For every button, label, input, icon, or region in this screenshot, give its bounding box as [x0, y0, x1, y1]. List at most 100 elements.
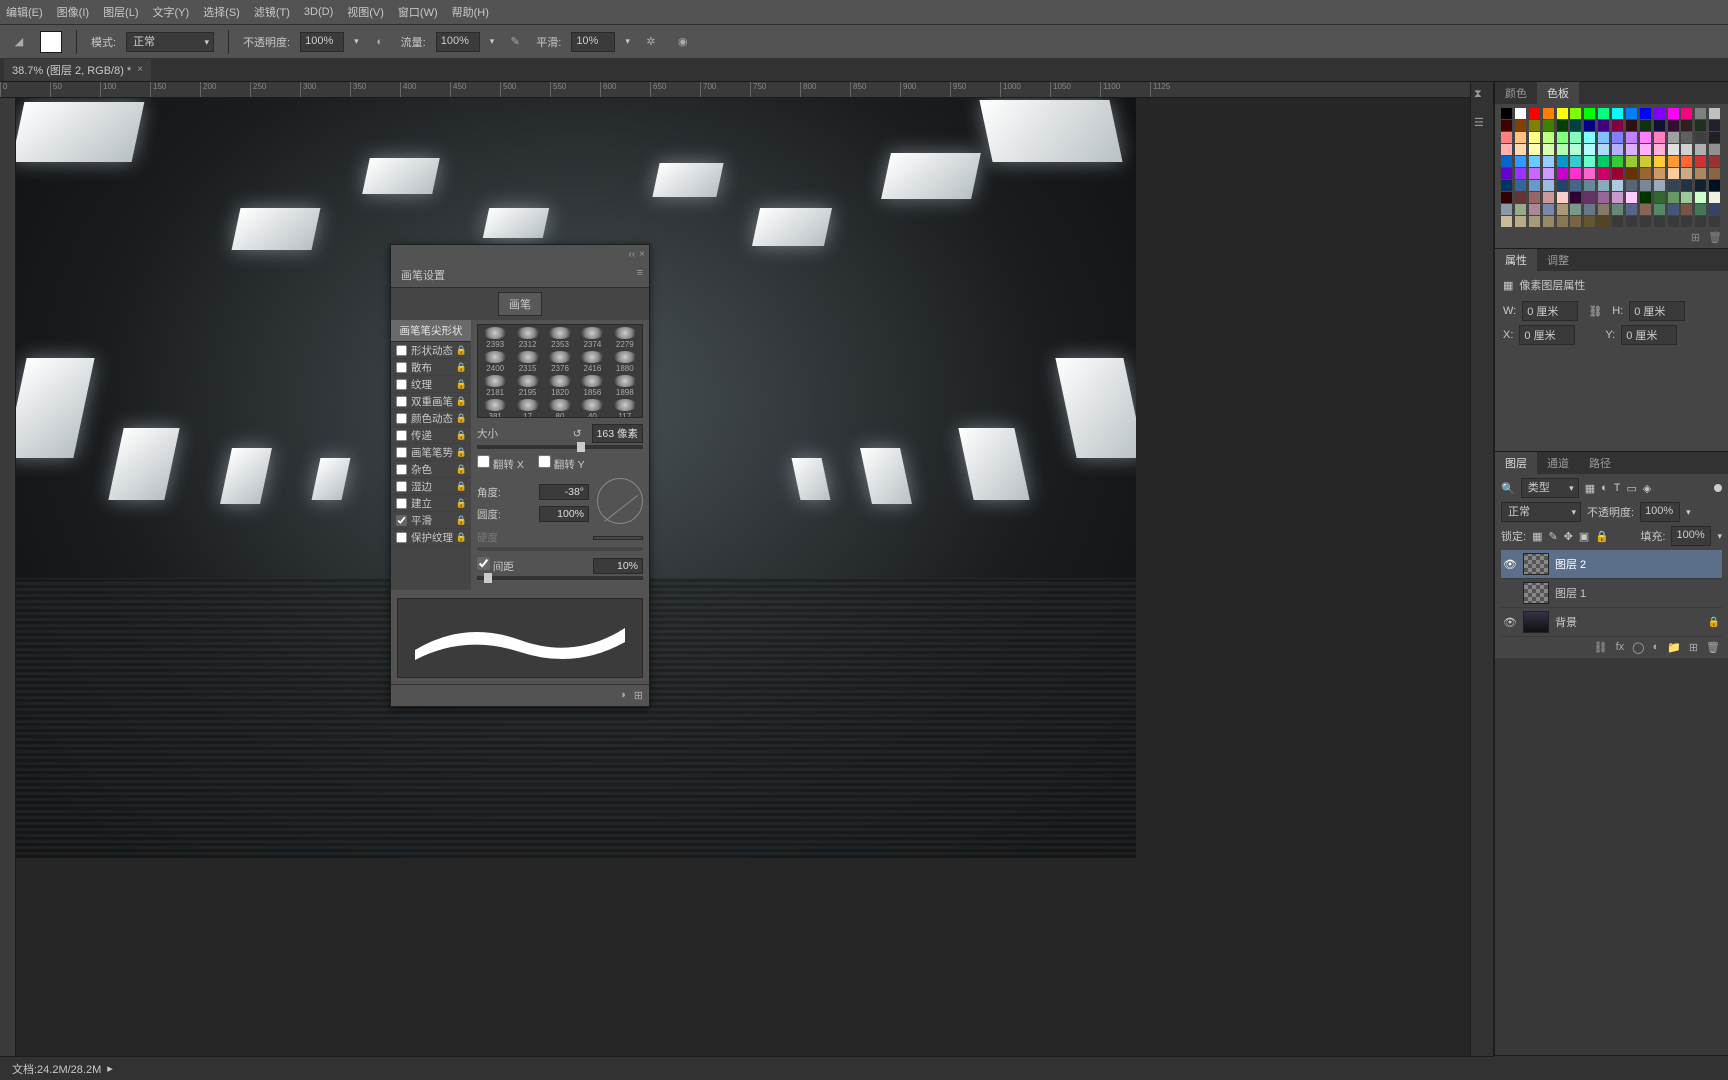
color-swatch[interactable]: [1709, 132, 1720, 143]
spacing-slider[interactable]: [477, 576, 643, 580]
brush-preset-thumb[interactable]: 1856: [577, 375, 607, 397]
color-swatch[interactable]: [1543, 204, 1554, 215]
color-swatch[interactable]: [1654, 216, 1665, 227]
menu-item[interactable]: 滤镜(T): [254, 4, 290, 20]
brush-option-row[interactable]: 保护纹理🔒: [391, 529, 471, 546]
color-swatch[interactable]: [1668, 192, 1679, 203]
adjustment-icon[interactable]: ◐: [1652, 641, 1659, 654]
brush-preset-thumb[interactable]: 2312: [512, 327, 542, 349]
color-swatch[interactable]: [1654, 144, 1665, 155]
flow-input[interactable]: 100%: [436, 32, 480, 52]
layer-name[interactable]: 图层 1: [1555, 585, 1586, 601]
color-swatch[interactable]: [1695, 204, 1706, 215]
color-swatch[interactable]: [1598, 144, 1609, 155]
angle-control[interactable]: [597, 478, 643, 524]
color-swatch[interactable]: [1640, 132, 1651, 143]
color-swatch[interactable]: [1640, 180, 1651, 191]
color-swatch[interactable]: [1529, 204, 1540, 215]
color-swatch[interactable]: [1557, 120, 1568, 131]
color-swatch[interactable]: [1709, 168, 1720, 179]
history-icon[interactable]: ⧗: [1474, 88, 1490, 104]
color-swatch[interactable]: [1598, 168, 1609, 179]
brush-preset-thumb[interactable]: 2374: [577, 327, 607, 349]
color-swatch[interactable]: [1681, 132, 1692, 143]
color-swatch[interactable]: [1709, 156, 1720, 167]
brush-option-row[interactable]: 杂色🔒: [391, 461, 471, 478]
mask-icon[interactable]: ◯: [1632, 641, 1644, 654]
color-swatch[interactable]: [1584, 108, 1595, 119]
lock-move-icon[interactable]: ✥: [1564, 530, 1573, 543]
brush-option-row[interactable]: 画笔笔势🔒: [391, 444, 471, 461]
toggle-preview-icon[interactable]: ◑: [619, 689, 626, 702]
menu-item[interactable]: 图层(L): [103, 4, 138, 20]
color-swatch[interactable]: [1501, 204, 1512, 215]
layer-row[interactable]: 图层 1: [1501, 579, 1722, 608]
tab-paths[interactable]: 路径: [1579, 452, 1621, 474]
color-swatch[interactable]: [1640, 192, 1651, 203]
filter-toggle[interactable]: [1714, 484, 1722, 492]
brush-option-row[interactable]: 湿边🔒: [391, 478, 471, 495]
tab-properties[interactable]: 属性: [1495, 249, 1537, 271]
color-swatch[interactable]: [1668, 216, 1679, 227]
color-swatch[interactable]: [1626, 204, 1637, 215]
color-swatch[interactable]: [1626, 180, 1637, 191]
color-swatch[interactable]: [1570, 204, 1581, 215]
brush-preset-thumb[interactable]: 2279: [610, 327, 640, 349]
x-input[interactable]: 0 厘米: [1519, 325, 1575, 345]
color-swatch[interactable]: [1681, 168, 1692, 179]
roundness-input[interactable]: 100%: [539, 506, 589, 522]
color-swatch[interactable]: [1654, 180, 1665, 191]
color-swatch[interactable]: [1612, 204, 1623, 215]
color-swatch[interactable]: [1570, 144, 1581, 155]
brush-preset-thumb[interactable]: 1898: [610, 375, 640, 397]
panel-titlebar[interactable]: ‹‹ ×: [391, 245, 649, 263]
color-swatch[interactable]: [1515, 156, 1526, 167]
airbrush-icon[interactable]: ✎: [504, 31, 526, 53]
brush-option-row[interactable]: 形状动态🔒: [391, 342, 471, 359]
color-swatch[interactable]: [1640, 168, 1651, 179]
brush-preset-thumb[interactable]: 2416: [577, 351, 607, 373]
color-swatch[interactable]: [1584, 180, 1595, 191]
fill-input[interactable]: 100%: [1671, 526, 1711, 546]
color-swatch[interactable]: [1668, 144, 1679, 155]
color-swatch[interactable]: [1529, 144, 1540, 155]
lock-artboard-icon[interactable]: ▣: [1579, 530, 1589, 543]
tab-brush-settings[interactable]: 画笔设置: [391, 263, 455, 287]
color-swatch[interactable]: [1612, 180, 1623, 191]
color-swatch[interactable]: [1515, 132, 1526, 143]
brush-preset-thumb[interactable]: 2376: [545, 351, 575, 373]
color-swatch[interactable]: [1501, 144, 1512, 155]
swatches-grid[interactable]: [1495, 104, 1728, 229]
close-icon[interactable]: ×: [137, 64, 143, 75]
brush-preset-thumb[interactable]: 2393: [480, 327, 510, 349]
color-swatch[interactable]: [1570, 180, 1581, 191]
color-swatch[interactable]: [1570, 192, 1581, 203]
brush-preset-thumb[interactable]: 117: [610, 399, 640, 418]
brush-preset-thumb[interactable]: 1880: [610, 351, 640, 373]
brush-option-row[interactable]: 双重画笔🔒: [391, 393, 471, 410]
symmetry-icon[interactable]: ◉: [672, 31, 694, 53]
brush-option-row[interactable]: 散布🔒: [391, 359, 471, 376]
color-swatch[interactable]: [1557, 180, 1568, 191]
color-swatch[interactable]: [1501, 108, 1512, 119]
menu-item[interactable]: 窗口(W): [398, 4, 438, 20]
color-swatch[interactable]: [1529, 156, 1540, 167]
opacity-input[interactable]: 100%: [300, 32, 344, 52]
tab-swatches[interactable]: 色板: [1537, 82, 1579, 104]
color-swatch[interactable]: [1515, 168, 1526, 179]
color-swatch[interactable]: [1668, 204, 1679, 215]
color-swatch[interactable]: [1598, 120, 1609, 131]
color-swatch[interactable]: [1529, 216, 1540, 227]
spacing-checkbox[interactable]: 间距: [477, 557, 514, 574]
color-swatch[interactable]: [1640, 204, 1651, 215]
size-input[interactable]: 163 像素: [592, 424, 643, 443]
fx-icon[interactable]: fx: [1616, 641, 1625, 654]
filter-pixel-icon[interactable]: ▦: [1585, 482, 1595, 495]
color-swatch[interactable]: [1501, 180, 1512, 191]
color-swatch[interactable]: [1695, 144, 1706, 155]
color-swatch[interactable]: [1584, 144, 1595, 155]
color-swatch[interactable]: [1626, 216, 1637, 227]
color-swatch[interactable]: [1612, 192, 1623, 203]
menu-item[interactable]: 帮助(H): [452, 4, 489, 20]
color-swatch[interactable]: [1709, 180, 1720, 191]
